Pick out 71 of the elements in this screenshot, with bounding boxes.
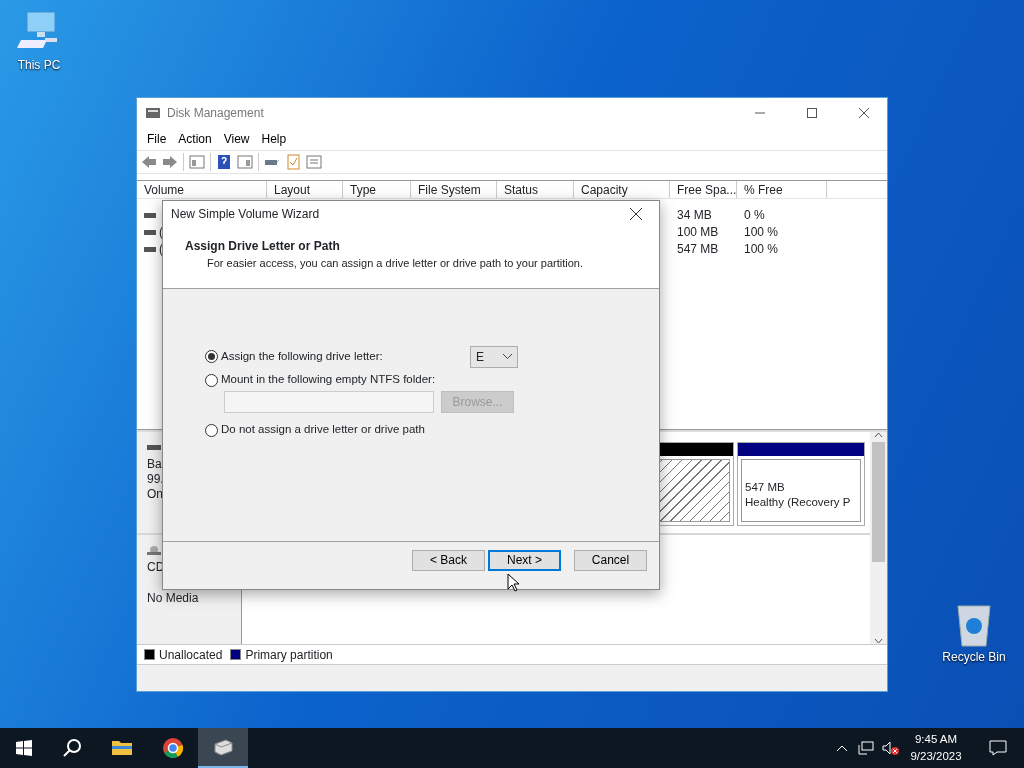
column-header[interactable]: Free Spa...: [670, 181, 737, 198]
drive-icon: [144, 211, 156, 220]
scroll-up-icon: [874, 432, 883, 438]
table-cell: 0 %: [744, 207, 765, 224]
drive-icon: [144, 245, 156, 254]
wizard-button[interactable]: Next >: [488, 550, 561, 571]
network-icon[interactable]: [858, 741, 874, 755]
wizard-heading: Assign Drive Letter or Path: [185, 238, 341, 255]
column-header[interactable]: Type: [343, 181, 411, 198]
drive-letter-dropdown[interactable]: E: [470, 345, 518, 368]
menu-item[interactable]: File: [141, 130, 173, 148]
menu-item[interactable]: View: [217, 130, 256, 148]
menu-item[interactable]: Action: [172, 130, 218, 148]
dropdown-caret-icon: [503, 354, 512, 359]
table-cell: 547 MB: [677, 241, 719, 258]
column-header[interactable]: Layout: [267, 181, 343, 198]
notification-icon: [989, 740, 1007, 756]
maximize-icon: [807, 108, 817, 118]
menu-item[interactable]: Help: [255, 130, 293, 148]
column-header[interactable]: Volume: [137, 181, 267, 198]
disk-status: No Media: [147, 591, 200, 606]
cursor-icon: [507, 573, 519, 592]
back-arrow-icon[interactable]: [141, 154, 157, 170]
partition[interactable]: 547 MB Healthy (Recovery P: [737, 442, 865, 526]
column-header[interactable]: % Free: [737, 181, 827, 198]
cd-drive-icon: [147, 545, 161, 555]
disk-label: On: [147, 487, 164, 502]
column-header[interactable]: Status: [497, 181, 574, 198]
window-title: Disk Management: [167, 105, 264, 122]
muted-speaker-icon[interactable]: [882, 741, 900, 755]
help-icon[interactable]: [216, 154, 232, 170]
dialog-title: New Simple Volume Wizard: [171, 206, 320, 223]
panel-icon[interactable]: [237, 154, 253, 170]
drive-icon: [144, 228, 156, 237]
windows-logo-icon: [16, 740, 32, 756]
disk-drive-icon: [145, 106, 161, 120]
table-cell: 100 %: [744, 224, 779, 241]
table-cell: 100 MB: [677, 224, 719, 241]
close-icon: [630, 208, 642, 220]
disk-label: 99.: [147, 472, 165, 487]
panel-icon[interactable]: [189, 154, 205, 170]
forward-arrow-icon[interactable]: [162, 154, 178, 170]
checklist-icon[interactable]: [285, 154, 301, 170]
radio-option[interactable]: Do not assign a drive letter or drive path: [205, 421, 425, 439]
wizard-button[interactable]: < Back: [412, 550, 485, 571]
disk-label: Ba: [147, 457, 163, 472]
partition-size: 547 MB: [745, 480, 786, 495]
close-icon: [859, 108, 869, 118]
column-header[interactable]: Capacity: [574, 181, 670, 198]
table-cell: 100 %: [744, 241, 779, 258]
table-cell: 34 MB: [677, 207, 712, 224]
clock[interactable]: 9:45 AM 9/23/2023: [900, 730, 972, 766]
folder-path-field[interactable]: [224, 391, 434, 413]
column-header[interactable]: File System: [411, 181, 497, 198]
legend-label: Primary partition: [245, 646, 333, 664]
partition-status: Healthy (Recovery P: [745, 495, 852, 510]
wizard-button[interactable]: Cancel: [574, 550, 647, 571]
legend-label: Unallocated: [159, 646, 223, 664]
taskbar-app[interactable]: [198, 728, 248, 768]
radio-option[interactable]: Assign the following drive letter:: [205, 347, 466, 366]
scrollbar-thumb[interactable]: [872, 442, 885, 562]
icon-label: Recycle Bin: [942, 649, 1006, 666]
chevron-up-icon[interactable]: [836, 744, 848, 752]
disk-drive-icon: [212, 736, 234, 758]
search-icon: [62, 738, 82, 758]
wizard-description: For easier access, you can assign a drive letter or drive path to your partition.: [206, 256, 584, 271]
radio-option[interactable]: Mount in the following empty NTFS folder:: [205, 371, 436, 389]
drive-icon: [147, 442, 161, 452]
browser-icon: [162, 737, 184, 759]
icon-label: This PC: [17, 57, 61, 74]
scroll-down-icon: [874, 638, 883, 644]
